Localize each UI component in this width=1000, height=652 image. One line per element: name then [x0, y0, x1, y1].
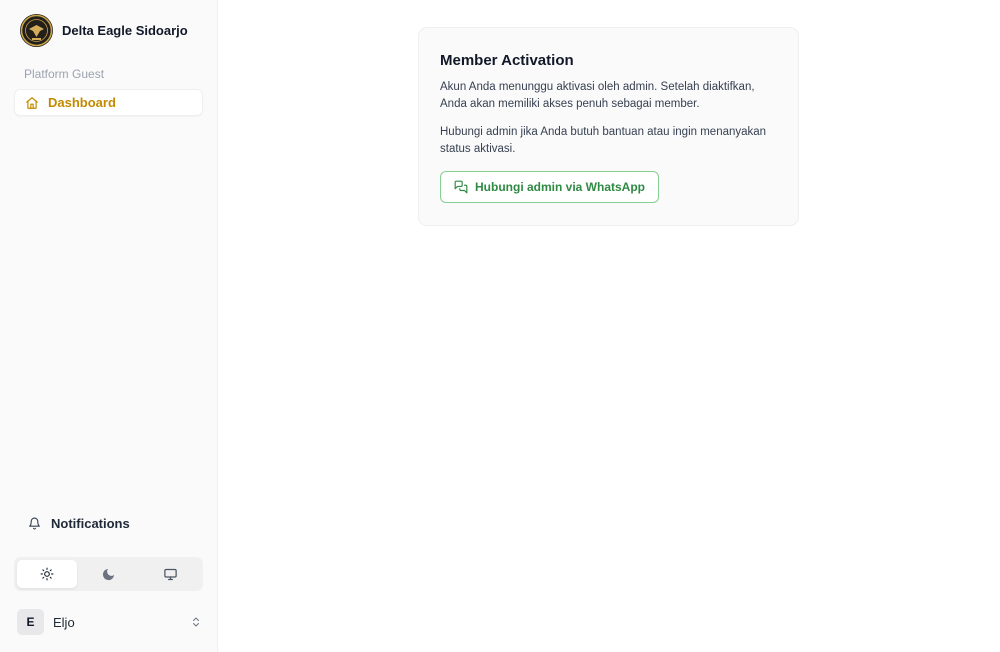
avatar: E — [17, 609, 44, 635]
whatsapp-button-label: Hubungi admin via WhatsApp — [475, 180, 645, 194]
monitor-icon — [163, 567, 178, 582]
sidebar: Delta Eagle Sidoarjo Platform Guest Dash… — [0, 0, 218, 652]
member-activation-card: Member Activation Akun Anda menunggu akt… — [418, 27, 799, 226]
notifications-label: Notifications — [51, 516, 130, 531]
activation-message: Akun Anda menunggu aktivasi oleh admin. … — [440, 81, 755, 110]
notifications-button[interactable]: Notifications — [28, 516, 130, 531]
eagle-emblem-icon — [20, 14, 53, 47]
brand[interactable]: Delta Eagle Sidoarjo — [20, 14, 188, 47]
theme-switch — [14, 557, 203, 591]
theme-dark-button[interactable] — [79, 560, 139, 588]
brand-name: Delta Eagle Sidoarjo — [62, 23, 188, 38]
sidebar-item-dashboard[interactable]: Dashboard — [14, 89, 203, 116]
whatsapp-admin-button[interactable]: Hubungi admin via WhatsApp — [440, 171, 659, 203]
home-icon — [25, 96, 39, 110]
user-name: Eljo — [53, 614, 75, 630]
card-title: Member Activation — [440, 52, 574, 69]
sidebar-item-label: Dashboard — [48, 95, 116, 110]
contact-message: Hubungi admin jika Anda butuh bantuan at… — [440, 126, 767, 155]
user-menu[interactable]: E Eljo — [17, 609, 202, 635]
nav-group-label: Platform Guest — [24, 67, 105, 81]
chat-icon — [454, 180, 468, 194]
chevron-up-down-icon — [190, 616, 202, 628]
theme-system-button[interactable] — [140, 560, 200, 588]
moon-icon — [101, 567, 116, 582]
bell-icon — [28, 517, 41, 530]
theme-light-button[interactable] — [17, 560, 77, 588]
sun-icon — [40, 567, 54, 581]
